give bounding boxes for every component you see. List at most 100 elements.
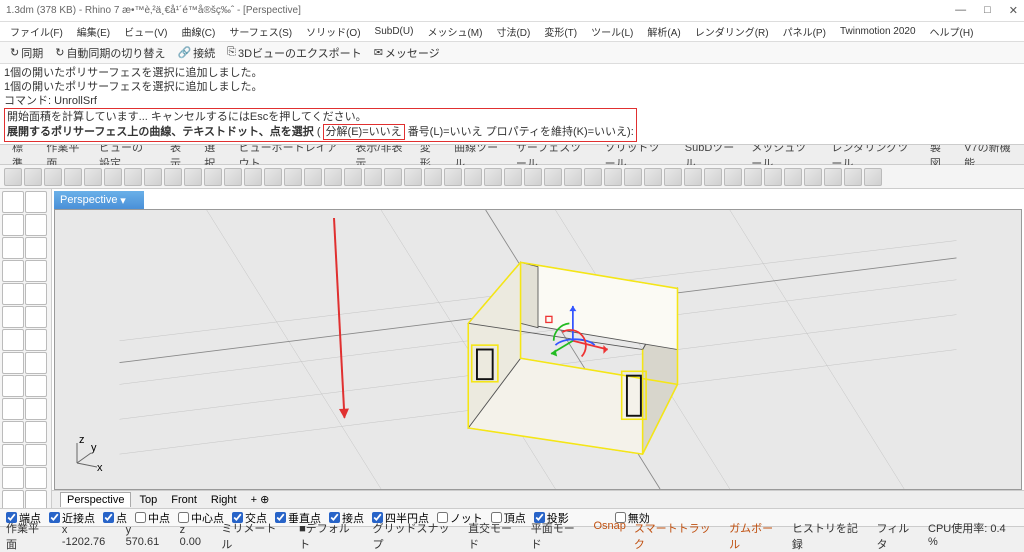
command-options[interactable]: 番号(L)=いいえ プロパティを維持(K)=いいえ):	[408, 126, 634, 138]
toolbar-icon[interactable]	[64, 168, 82, 186]
tool-icon[interactable]	[25, 398, 47, 420]
viewport-tab[interactable]: Front	[165, 493, 203, 507]
toolbar-icon[interactable]	[464, 168, 482, 186]
connect-button[interactable]: 🔗 接続	[173, 44, 219, 62]
export3d-button[interactable]: ⎘ 3Dビューのエクスポート	[223, 44, 366, 62]
toolbar-icon[interactable]	[324, 168, 342, 186]
menu-item[interactable]: 寸法(D)	[490, 22, 536, 41]
tool-icon[interactable]	[25, 467, 47, 489]
toolbar-icon[interactable]	[784, 168, 802, 186]
command-area[interactable]: 1個の開いたポリサーフェスを選択に追加しました。 1個の開いたポリサーフェスを選…	[0, 64, 1024, 145]
menu-item[interactable]: ツール(L)	[585, 22, 639, 41]
toolbar-icon[interactable]	[484, 168, 502, 186]
minimize-button[interactable]: —	[955, 4, 966, 17]
status-toggle[interactable]: Osnap	[594, 520, 626, 552]
tool-icon[interactable]	[2, 283, 24, 305]
viewport-tab-add[interactable]: + ⊕	[245, 492, 276, 507]
tool-icon[interactable]	[2, 398, 24, 420]
menu-item[interactable]: 編集(E)	[71, 22, 116, 41]
tool-icon[interactable]	[25, 329, 47, 351]
toolbar-icon[interactable]	[244, 168, 262, 186]
toolbar-icon[interactable]	[144, 168, 162, 186]
status-toggle[interactable]: グリッドスナップ	[373, 520, 461, 552]
toolbar-icon[interactable]	[344, 168, 362, 186]
tool-icon[interactable]	[2, 375, 24, 397]
tool-icon[interactable]	[25, 421, 47, 443]
tool-icon[interactable]	[2, 191, 24, 213]
status-toggle[interactable]: ヒストリを記録	[792, 520, 869, 552]
toolbar-icon[interactable]	[504, 168, 522, 186]
toolbar-icon[interactable]	[864, 168, 882, 186]
toolbar-icon[interactable]	[364, 168, 382, 186]
tool-icon[interactable]	[2, 260, 24, 282]
toolbar-icon[interactable]	[264, 168, 282, 186]
viewport-perspective[interactable]: z x y	[54, 209, 1022, 490]
toolbar-icon[interactable]	[684, 168, 702, 186]
menu-item[interactable]: 曲線(C)	[175, 22, 221, 41]
toolbar-icon[interactable]	[444, 168, 462, 186]
tool-icon[interactable]	[2, 214, 24, 236]
toolbar-icon[interactable]	[164, 168, 182, 186]
sync-button[interactable]: ↻ 同期	[6, 44, 47, 62]
toolbar-icon[interactable]	[4, 168, 22, 186]
toolbar-icon[interactable]	[124, 168, 142, 186]
menu-item[interactable]: メッシュ(M)	[421, 22, 488, 41]
tool-icon[interactable]	[2, 352, 24, 374]
viewport-tab[interactable]: Top	[133, 493, 163, 507]
toolbar-icon[interactable]	[584, 168, 602, 186]
tool-icon[interactable]	[2, 237, 24, 259]
tool-icon[interactable]	[25, 237, 47, 259]
tool-icon[interactable]	[2, 329, 24, 351]
tool-icon[interactable]	[2, 444, 24, 466]
tool-icon[interactable]	[2, 467, 24, 489]
toolbar-icon[interactable]	[284, 168, 302, 186]
menu-item[interactable]: Twinmotion 2020	[834, 24, 922, 39]
status-toggle[interactable]: CPU使用率: 0.4 %	[928, 520, 1018, 552]
menu-item[interactable]: レンダリング(R)	[689, 22, 775, 41]
toolbar-icon[interactable]	[204, 168, 222, 186]
message-button[interactable]: ✉ メッセージ	[370, 44, 444, 62]
toolbar-icon[interactable]	[664, 168, 682, 186]
toolbar-icons[interactable]	[0, 165, 1024, 189]
menu-item[interactable]: ソリッド(O)	[300, 22, 366, 41]
tool-icon[interactable]	[25, 490, 47, 508]
tool-icon[interactable]	[2, 421, 24, 443]
toolbar-icon[interactable]	[424, 168, 442, 186]
menu-bar[interactable]: ファイル(F)編集(E)ビュー(V)曲線(C)サーフェス(S)ソリッド(O)Su…	[0, 22, 1024, 42]
left-toolbox[interactable]	[0, 189, 52, 508]
toolbar-icon[interactable]	[744, 168, 762, 186]
tool-icon[interactable]	[25, 306, 47, 328]
tool-icon[interactable]	[25, 260, 47, 282]
toolbar-icon[interactable]	[44, 168, 62, 186]
viewport-tabs[interactable]: PerspectiveTopFrontRight+ ⊕	[52, 490, 1024, 508]
maximize-button[interactable]: □	[984, 4, 991, 17]
toolbar-icon[interactable]	[824, 168, 842, 186]
toolbar-icon[interactable]	[304, 168, 322, 186]
toolbar-icon[interactable]	[704, 168, 722, 186]
toolbar-icon[interactable]	[604, 168, 622, 186]
viewport-tab[interactable]: Perspective	[60, 492, 131, 507]
viewport-tab[interactable]: Right	[205, 493, 243, 507]
toolbar-icon[interactable]	[384, 168, 402, 186]
tool-icon[interactable]	[25, 352, 47, 374]
toolbar-icon[interactable]	[104, 168, 122, 186]
toolbar-icon[interactable]	[764, 168, 782, 186]
toolbar-icon[interactable]	[404, 168, 422, 186]
menu-item[interactable]: サーフェス(S)	[223, 22, 298, 41]
status-toggle[interactable]: 平面モード	[531, 520, 586, 552]
toolbar-icon[interactable]	[84, 168, 102, 186]
menu-item[interactable]: ファイル(F)	[4, 22, 69, 41]
toolbar-icon[interactable]	[564, 168, 582, 186]
toolbar-icon[interactable]	[524, 168, 542, 186]
status-toggle[interactable]: フィルタ	[876, 520, 920, 552]
tool-icon[interactable]	[25, 191, 47, 213]
toolbar-icon[interactable]	[184, 168, 202, 186]
tool-icon[interactable]	[25, 375, 47, 397]
explode-option[interactable]: 分解(E)=いいえ	[323, 124, 405, 140]
tool-icon[interactable]	[2, 490, 24, 508]
tab-strip[interactable]: 標準作業平面ビューの設定表示選択ビューポートレイアウト表示/非表示変形曲線ツール…	[0, 145, 1024, 165]
tool-icon[interactable]	[25, 444, 47, 466]
tool-icon[interactable]	[2, 306, 24, 328]
status-toggle[interactable]: ガムボール	[729, 520, 784, 552]
status-toggle[interactable]: 直交モード	[468, 520, 523, 552]
